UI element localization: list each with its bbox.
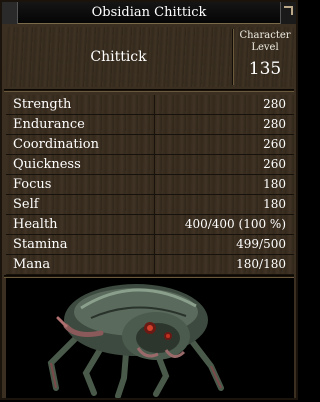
stat-value: 180 bbox=[263, 197, 286, 211]
stat-value: 260 bbox=[263, 157, 286, 171]
stat-label: Quickness bbox=[13, 157, 81, 172]
stat-value: 400/400 (100 %) bbox=[184, 217, 286, 231]
level-label: Character Level bbox=[236, 30, 294, 54]
stat-row-self: Self 180 bbox=[6, 195, 294, 215]
stat-label: Endurance bbox=[13, 117, 85, 132]
stat-value: 180/180 bbox=[236, 257, 286, 271]
level-label-line1: Character bbox=[239, 30, 291, 41]
stat-value: 280 bbox=[263, 97, 286, 111]
resize-corner-icon[interactable] bbox=[280, 2, 296, 24]
stat-value: 499/500 bbox=[236, 237, 286, 251]
appraisal-header: Chittick Character Level 135 bbox=[6, 27, 294, 87]
stat-label: Strength bbox=[13, 97, 72, 112]
stat-value: 180 bbox=[263, 177, 286, 191]
creature-appraisal-window: Obsidian Chittick Chittick Character Lev… bbox=[0, 0, 298, 400]
stat-label: Mana bbox=[13, 257, 51, 272]
stat-row-coordination: Coordination 260 bbox=[6, 135, 294, 155]
stat-row-quickness: Quickness 260 bbox=[6, 155, 294, 175]
stat-label: Stamina bbox=[13, 237, 68, 252]
creature-name: Chittick bbox=[90, 49, 147, 65]
stat-label: Self bbox=[13, 197, 39, 212]
stat-row-health: Health 400/400 (100 %) bbox=[6, 215, 294, 235]
stat-label: Coordination bbox=[13, 137, 99, 152]
stat-label: Health bbox=[13, 217, 58, 232]
stat-value: 260 bbox=[263, 137, 286, 151]
window-menu-icon[interactable] bbox=[2, 2, 18, 24]
stat-value: 280 bbox=[263, 117, 286, 131]
window-title: Obsidian Chittick bbox=[91, 5, 207, 20]
stat-row-focus: Focus 180 bbox=[6, 175, 294, 195]
level-value: 135 bbox=[248, 59, 282, 79]
stat-row-mana: Mana 180/180 bbox=[6, 255, 294, 275]
stat-row-strength: Strength 280 bbox=[6, 95, 294, 115]
section-divider bbox=[4, 89, 294, 92]
stat-row-endurance: Endurance 280 bbox=[6, 115, 294, 135]
title-bar[interactable]: Obsidian Chittick bbox=[2, 2, 296, 24]
chittick-creature-image bbox=[47, 284, 224, 399]
header-divider bbox=[232, 29, 234, 85]
stats-table: Strength 280 Endurance 280 Coordination … bbox=[6, 95, 294, 275]
creature-portrait bbox=[6, 278, 294, 399]
level-box: Character Level 135 bbox=[236, 27, 294, 87]
level-label-line2: Level bbox=[251, 42, 279, 53]
stat-label: Focus bbox=[13, 177, 52, 192]
stat-row-stamina: Stamina 499/500 bbox=[6, 235, 294, 255]
